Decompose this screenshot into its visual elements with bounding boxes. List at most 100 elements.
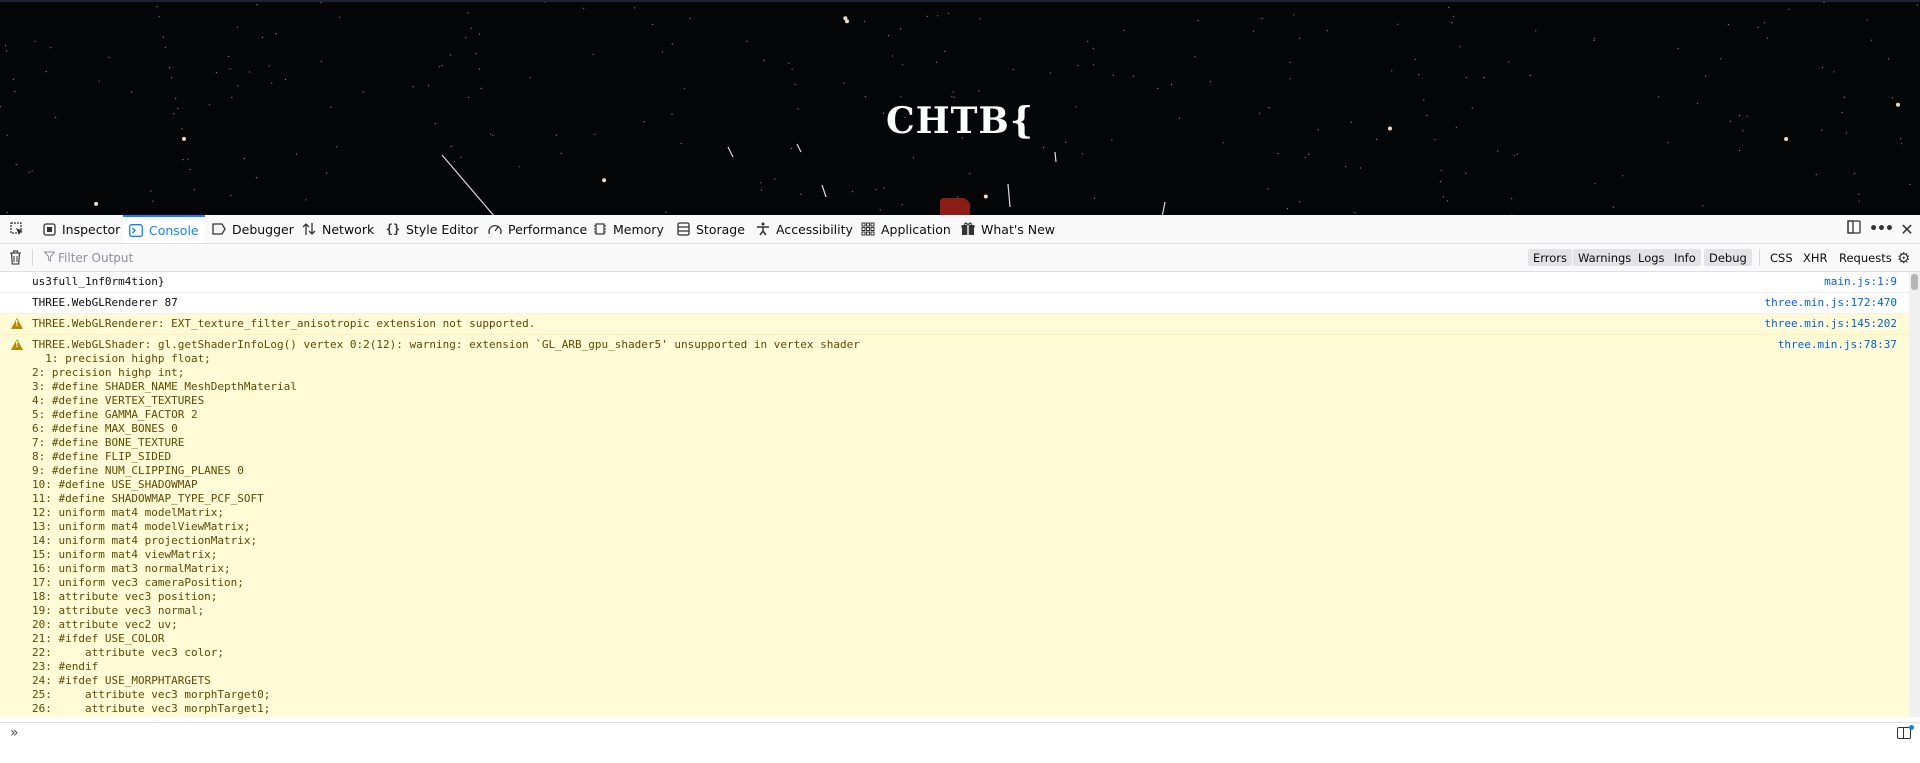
filter-errors-button[interactable]: Errors [1528, 249, 1573, 266]
warning-icon [11, 339, 23, 350]
console-settings-icon[interactable]: ⚙ [1897, 249, 1910, 267]
star [883, 187, 885, 189]
star [978, 90, 980, 92]
star [1170, 84, 1173, 86]
shader-source-line: 15: uniform mat4 viewMatrix; [32, 548, 218, 561]
responsive-design-button[interactable] [1843, 215, 1865, 243]
light-streak [1007, 183, 1011, 208]
message-source-link[interactable]: three.min.js:172:470 [1765, 296, 1897, 309]
tab-accessibility[interactable]: Accessibility [750, 215, 859, 243]
star [1012, 69, 1014, 71]
star [1123, 29, 1125, 31]
star [1345, 166, 1347, 168]
tab-label: What's New [981, 221, 1056, 237]
star [661, 51, 664, 53]
shader-source-line: 9: #define NUM_CLIPPING_PLANES 0 [32, 464, 244, 477]
spaceship [940, 198, 970, 215]
filter-debug-button[interactable]: Debug [1704, 249, 1752, 266]
star [1788, 8, 1790, 10]
tab-network[interactable]: Network [296, 215, 380, 243]
star [1299, 201, 1301, 203]
close-devtools-button[interactable]: ✕ [1896, 215, 1918, 243]
star [1823, 2, 1825, 3]
star [50, 47, 52, 49]
star [156, 5, 158, 8]
filter-info-button[interactable]: Info [1669, 249, 1701, 266]
whats-new-icon [961, 222, 975, 236]
star [983, 194, 988, 199]
star [684, 88, 686, 90]
star [261, 36, 263, 39]
star [1459, 46, 1461, 48]
star [34, 40, 36, 42]
star [465, 37, 467, 39]
tab-inspector[interactable]: Inspector [36, 215, 126, 243]
star [1858, 193, 1860, 195]
star [1049, 72, 1051, 74]
star [1858, 200, 1860, 202]
filter-output-input[interactable] [40, 248, 640, 267]
star [944, 50, 946, 53]
star [1594, 37, 1596, 39]
clear-console-icon[interactable] [9, 250, 23, 265]
star [150, 190, 152, 192]
shader-source-line: 25: attribute vec3 morphTarget0; [32, 688, 271, 701]
light-streak [727, 146, 734, 158]
filter-xhr-button[interactable]: XHR [1798, 249, 1833, 266]
message-source-link[interactable]: main.js:1:9 [1824, 275, 1897, 288]
element-picker-button[interactable] [2, 215, 32, 243]
filter-logs-button[interactable]: Logs [1633, 249, 1670, 266]
star [1870, 39, 1872, 41]
star [592, 53, 594, 55]
tab-label: Style Editor [406, 221, 479, 237]
divider [32, 249, 33, 266]
star [1757, 26, 1759, 28]
star [1815, 174, 1817, 176]
message-source-link[interactable]: three.min.js:78:37 [1778, 338, 1897, 351]
shader-source-line: 8: #define FLIP_SIDED [32, 450, 172, 463]
star [689, 18, 691, 20]
star [229, 68, 231, 70]
console-output: us3full_1nf0rm4tion} main.js:1:9 THREE.W… [0, 272, 1909, 717]
star [441, 65, 443, 67]
star [851, 191, 854, 193]
more-options-button[interactable]: ••• [1869, 215, 1894, 243]
star [746, 40, 748, 43]
star [98, 80, 100, 82]
scrollbar-thumb[interactable] [1911, 274, 1918, 290]
shader-source-line: 24: #ifdef USE_MORPHTARGETS [32, 674, 211, 687]
star [1833, 71, 1835, 73]
shader-source-line: 18: attribute vec3 position; [32, 590, 218, 603]
star [271, 82, 273, 84]
star [864, 95, 867, 98]
tab-application[interactable]: Application [855, 215, 957, 243]
star [295, 153, 298, 155]
star [1448, 6, 1450, 8]
console-prompt-icon: » [10, 725, 19, 741]
star [1092, 47, 1094, 49]
tab-storage[interactable]: Storage [670, 215, 751, 243]
tab-performance[interactable]: Performance [482, 215, 593, 243]
filter-css-button[interactable]: CSS [1765, 249, 1798, 266]
star [544, 2, 546, 3]
tab-debugger[interactable]: Debugger [206, 215, 300, 243]
filter-requests-button[interactable]: Requests [1834, 249, 1897, 266]
tab-label: Performance [508, 221, 588, 237]
tab-style-editor[interactable]: {} Style Editor [380, 215, 484, 243]
console-input-bar[interactable]: » [0, 722, 1920, 744]
tab-whats-new[interactable]: What's New [955, 215, 1061, 243]
star [1658, 96, 1660, 98]
divider [1759, 249, 1760, 266]
console-message-warning: THREE.WebGLShader: gl.getShaderInfoLog()… [0, 335, 1909, 717]
star [900, 96, 902, 98]
tab-memory[interactable]: Memory [587, 215, 670, 243]
star [1593, 39, 1595, 42]
message-source-link[interactable]: three.min.js:145:202 [1765, 317, 1897, 330]
filter-warnings-button[interactable]: Warnings [1573, 249, 1637, 266]
star [1704, 75, 1707, 77]
console-scrollbar[interactable] [1909, 272, 1920, 717]
star [336, 146, 338, 148]
star [1359, 167, 1362, 169]
star [1418, 74, 1420, 76]
tab-console[interactable]: Console [123, 215, 205, 243]
